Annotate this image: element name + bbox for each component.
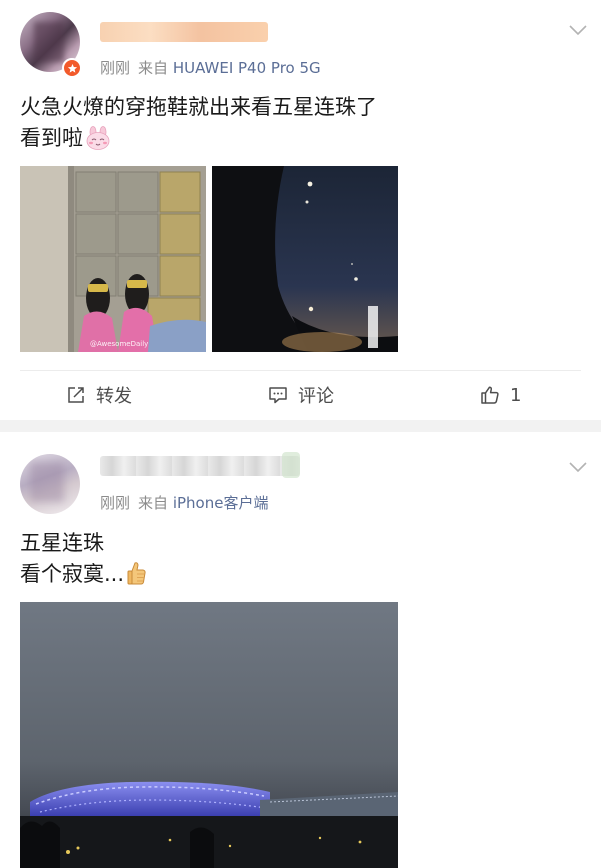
comment-label: 评论 bbox=[298, 386, 334, 407]
night-sky-photo bbox=[212, 166, 398, 352]
post-time: 刚刚 bbox=[100, 494, 131, 512]
repost-label: 转发 bbox=[96, 386, 132, 407]
username-blurred[interactable] bbox=[100, 456, 300, 476]
comment-icon bbox=[269, 387, 287, 404]
post-text-line: 五星连珠 bbox=[20, 531, 104, 555]
weibo-post-1: 刚刚 来自 HUAWEI P40 Pro 5G 火急火燎的穿拖鞋就出来看五星连珠了… bbox=[0, 0, 601, 420]
post-source-link[interactable]: HUAWEI P40 Pro 5G bbox=[173, 59, 321, 77]
username-blurred-decoration bbox=[282, 452, 300, 478]
thumbs-up-emoji-icon bbox=[127, 562, 146, 585]
slippers-photo bbox=[20, 166, 206, 352]
post-image-slippers[interactable]: @AwesomeDaily bbox=[20, 166, 206, 352]
post-image-night-sky[interactable] bbox=[212, 166, 398, 352]
post-text-line-2: 看到啦 bbox=[20, 126, 83, 150]
avatar[interactable] bbox=[20, 454, 80, 514]
post-source-link[interactable]: iPhone客户端 bbox=[173, 494, 269, 512]
comment-button[interactable]: 评论 bbox=[268, 382, 334, 408]
post-separator bbox=[0, 420, 601, 432]
action-divider bbox=[20, 370, 581, 371]
post-text-line-2: 看个寂寞... bbox=[20, 562, 125, 586]
post-text-line: 看到啦 bbox=[20, 123, 377, 154]
post-text-line: 看个寂寞... bbox=[20, 559, 148, 590]
chevron-down-icon[interactable] bbox=[569, 24, 587, 36]
source-prefix: 来自 bbox=[138, 59, 169, 77]
post-meta: 刚刚 来自 HUAWEI P40 Pro 5G bbox=[100, 57, 321, 78]
post-text: 火急火燎的穿拖鞋就出来看五星连珠了 看到啦 bbox=[20, 92, 377, 154]
post-meta: 刚刚 来自 iPhone客户端 bbox=[100, 492, 268, 513]
post-text-line: 火急火燎的穿拖鞋就出来看五星连珠了 bbox=[20, 95, 377, 119]
username-blurred[interactable] bbox=[100, 22, 268, 42]
repost-button[interactable]: 转发 bbox=[66, 382, 132, 408]
repost-icon bbox=[68, 387, 84, 403]
chevron-down-icon[interactable] bbox=[569, 461, 587, 473]
like-count: 1 bbox=[510, 384, 522, 406]
like-button[interactable]: 1 bbox=[480, 382, 521, 408]
image-watermark: @AwesomeDaily bbox=[90, 340, 149, 348]
thumbs-up-icon bbox=[481, 386, 499, 404]
verified-badge-icon bbox=[62, 58, 82, 78]
post-image-stadium[interactable] bbox=[20, 602, 398, 868]
post-text: 五星连珠 看个寂寞... bbox=[20, 528, 148, 590]
stadium-photo bbox=[20, 602, 398, 868]
post-time: 刚刚 bbox=[100, 59, 131, 77]
rabbit-emoji-icon bbox=[86, 126, 110, 150]
source-prefix: 来自 bbox=[138, 494, 169, 512]
